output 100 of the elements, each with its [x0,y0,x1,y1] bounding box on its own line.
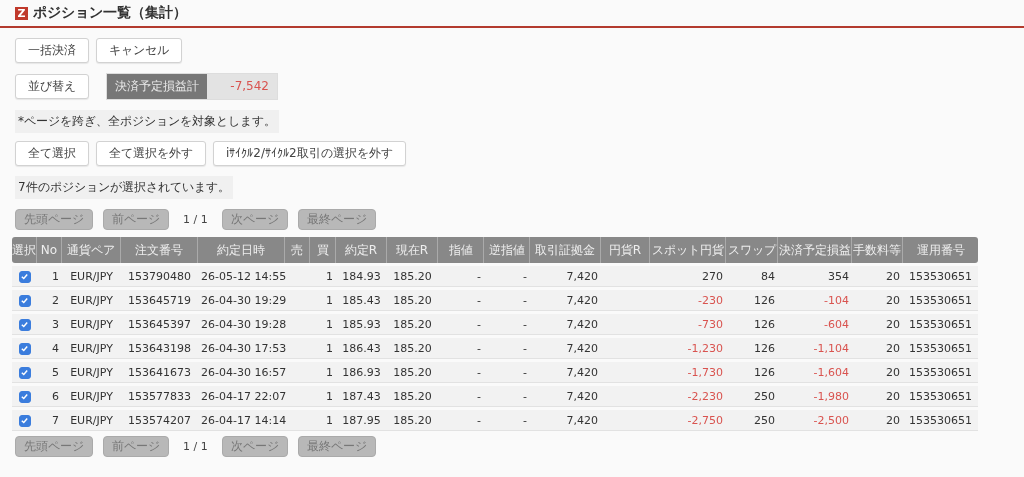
action-button[interactable]: 一括決済 [15,38,89,63]
table-cell: 4 [37,338,62,359]
checkbox[interactable] [18,294,31,307]
table-cell: 250 [726,410,778,431]
table-cell: 26-04-30 19:28 [198,314,285,335]
next-page-button[interactable]: 次ページ [221,209,288,230]
table-cell: 26-04-30 17:53 [198,338,285,359]
column-header: スポット円貨 [650,237,726,263]
page-indicator: 1 / 1 [182,213,209,226]
column-header: 通貨ペア [62,237,121,263]
action-button[interactable]: キャンセル [96,38,182,63]
table-cell: -2,750 [650,410,726,431]
last-page-button[interactable]: 最終ページ [297,436,376,457]
column-header: 選択 [12,237,37,263]
sort-button[interactable]: 並び替え [15,74,89,99]
table-cell: 186.43 [336,338,387,359]
next-page-button[interactable]: 次ページ [221,436,288,457]
table-cell: 185.43 [336,290,387,311]
table-cell: - [438,410,484,431]
table-cell: 270 [650,266,726,287]
table-cell: 1 [310,362,336,383]
table-cell: 153530651 [903,362,978,383]
table-cell: 185.20 [387,338,438,359]
table-cell: 153530651 [903,266,978,287]
column-header: 手数料等 [852,237,903,263]
table-cell: 153641673 [121,362,198,383]
table-cell: 26-05-12 14:55 [198,266,285,287]
column-header: スワップ [726,237,778,263]
table-cell: EUR/JPY [62,410,121,431]
select-button[interactable]: 全て選択 [15,141,89,166]
last-page-button[interactable]: 最終ページ [297,209,376,230]
select-button[interactable]: iｻｲｸﾙ2/ｻｲｸﾙ2取引の選択を外す [213,141,406,166]
table-cell: - [438,338,484,359]
table-cell: EUR/JPY [62,338,121,359]
table-cell: 187.95 [336,410,387,431]
table-cell: 20 [852,362,903,383]
table-cell: - [484,314,530,335]
table-cell: 1 [37,266,62,287]
table-cell: 354 [778,266,852,287]
first-page-button[interactable]: 先頭ページ [15,209,93,230]
table-cell: - [438,362,484,383]
table-cell: -104 [778,290,852,311]
table-cell: 26-04-30 19:29 [198,290,285,311]
first-page-button[interactable]: 先頭ページ [15,436,93,457]
table-cell: 126 [726,314,778,335]
table-cell: 250 [726,386,778,407]
column-header: 指値 [438,237,484,263]
checkbox[interactable] [18,270,31,283]
table-cell: 7,420 [530,386,601,407]
table-cell: 185.20 [387,386,438,407]
prev-page-button[interactable]: 前ページ [103,436,169,457]
logo: Z [15,6,28,20]
table-cell: 184.93 [336,266,387,287]
select-button[interactable]: 全て選択を外す [96,141,206,166]
column-header: 買 [310,237,336,263]
checkbox[interactable] [18,366,31,379]
table-cell: EUR/JPY [62,314,121,335]
table-cell: -1,104 [778,338,852,359]
table-cell: - [484,362,530,383]
table-cell: 126 [726,338,778,359]
checkbox[interactable] [18,390,31,403]
table-cell: EUR/JPY [62,386,121,407]
table-cell: 26-04-17 14:14 [198,410,285,431]
column-header: 売 [285,237,310,263]
table-cell: 153530651 [903,410,978,431]
table-cell: - [438,386,484,407]
column-header: 約定R [336,237,387,263]
table-cell: -2,230 [650,386,726,407]
table-cell: 153790480 [121,266,198,287]
table-cell: - [438,314,484,335]
table-cell: 7,420 [530,362,601,383]
table-cell: EUR/JPY [62,362,121,383]
table-cell: 7 [37,410,62,431]
checkbox[interactable] [18,342,31,355]
table-cell: -230 [650,290,726,311]
page-indicator: 1 / 1 [182,440,209,453]
table-cell: 126 [726,362,778,383]
table-cell: 20 [852,266,903,287]
table-cell: 153645397 [121,314,198,335]
table-cell: 126 [726,290,778,311]
table-cell: - [484,410,530,431]
table-cell: 20 [852,338,903,359]
table-cell: 1 [310,290,336,311]
table-cell: 3 [37,314,62,335]
summary-label: 決済予定損益計 [107,74,207,99]
checkbox[interactable] [18,318,31,331]
column-header: 現在R [387,237,438,263]
table-cell: 84 [726,266,778,287]
prev-page-button[interactable]: 前ページ [103,209,169,230]
column-header: 約定日時 [198,237,285,263]
table-cell: 20 [852,290,903,311]
table-cell: 7,420 [530,314,601,335]
table-cell: 7,420 [530,290,601,311]
table-cell: 153643198 [121,338,198,359]
table-cell: 185.93 [336,314,387,335]
table-cell: 153530651 [903,290,978,311]
column-header: 取引証拠金 [530,237,601,263]
checkbox[interactable] [18,414,31,427]
table-cell: - [484,266,530,287]
table-cell: 153530651 [903,338,978,359]
